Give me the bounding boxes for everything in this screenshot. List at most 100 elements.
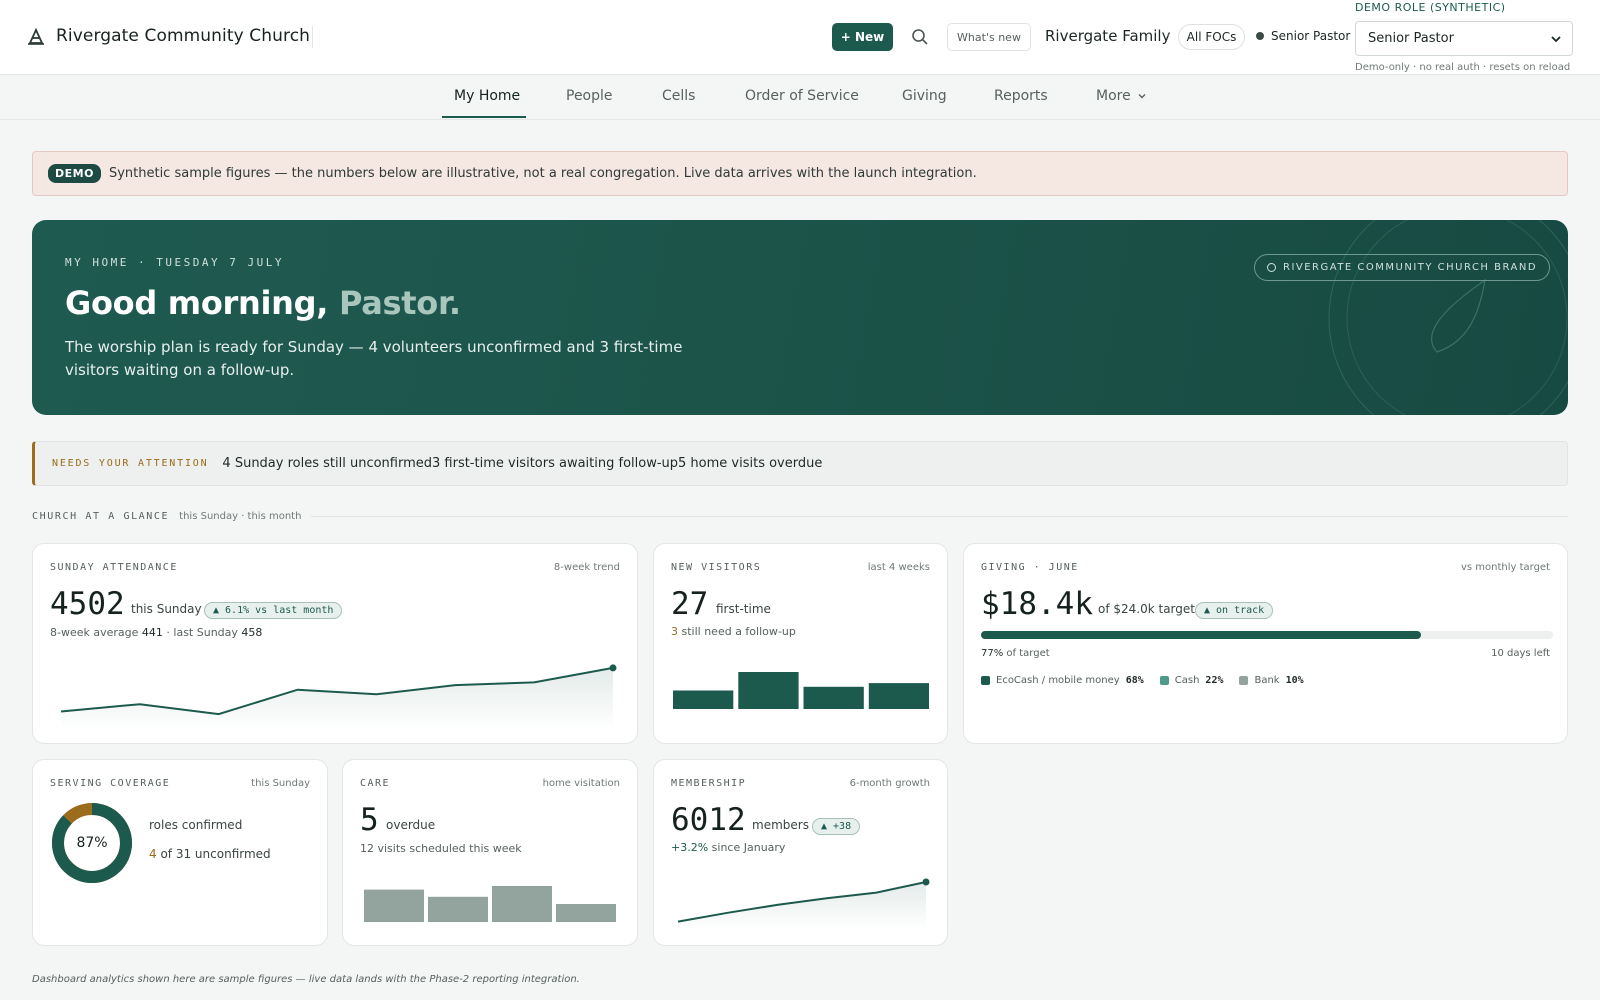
unconfirmed-text: of 31 unconfirmed bbox=[160, 847, 271, 861]
hero-name: Pastor. bbox=[338, 284, 461, 322]
card-label: CARE bbox=[360, 778, 391, 789]
glance-header: CHURCH AT A GLANCE this Sunday · this mo… bbox=[32, 511, 1568, 522]
card-tag: 6-month growth bbox=[849, 778, 930, 789]
membership-last-point bbox=[922, 878, 930, 886]
visitors-bar bbox=[738, 672, 799, 709]
legend-name: Cash bbox=[1174, 675, 1200, 686]
hero-eyebrow: MY HOME · TUESDAY 7 JULY bbox=[65, 256, 284, 269]
role-select-value: Senior Pastor bbox=[1368, 31, 1454, 46]
card-label: SERVING COVERAGE bbox=[50, 778, 171, 789]
attendance-line-chart bbox=[60, 664, 617, 730]
tab-my-home[interactable]: My Home bbox=[454, 88, 520, 104]
legend-swatch bbox=[981, 676, 990, 685]
visitors-unit: first-time bbox=[716, 602, 771, 616]
legend-swatch bbox=[1159, 676, 1169, 685]
all-focs-chip[interactable]: All FOCs bbox=[1178, 24, 1245, 50]
hero-summary: The worship plan is ready for Sunday — 4… bbox=[65, 338, 683, 379]
footer-note: Dashboard analytics shown here are sampl… bbox=[32, 974, 580, 985]
coverage-donut: 87% bbox=[50, 801, 134, 885]
role-select[interactable]: Senior Pastor bbox=[1355, 21, 1573, 56]
card-label: MEMBERSHIP bbox=[671, 778, 747, 789]
role-indicator: Senior Pastor bbox=[1256, 29, 1350, 43]
family-selector[interactable]: Rivergate Family bbox=[1045, 27, 1170, 45]
legend-pct: 68% bbox=[1125, 675, 1144, 686]
header-separator: · bbox=[1166, 28, 1170, 42]
legend-name: EcoCash / mobile money bbox=[996, 675, 1120, 686]
demo-banner: DEMO Synthetic sample figures — the numb… bbox=[32, 151, 1568, 196]
demo-role-label: DEMO ROLE (SYNTHETIC) bbox=[1355, 1, 1506, 14]
last-sunday-label: · last Sunday bbox=[166, 626, 238, 639]
membership-line-chart bbox=[677, 878, 930, 930]
attendance-subline: 8-week average 441 · last Sunday 458 bbox=[50, 626, 262, 639]
care-value: 5 bbox=[360, 802, 379, 838]
card-tag: home visitation bbox=[542, 778, 620, 789]
giving-pct-suffix: of target bbox=[1006, 648, 1050, 659]
brand-chip[interactable]: RIVERGATE COMMUNITY CHURCH BRAND bbox=[1254, 254, 1551, 281]
card-tag: 8-week trend bbox=[553, 562, 620, 573]
donut-center-label: 87% bbox=[76, 835, 108, 851]
main-nav: My Home People Cells Order of Service Gi… bbox=[0, 75, 1600, 120]
demo-role-note: Demo-only · no real auth · resets on rel… bbox=[1355, 62, 1571, 73]
new-button[interactable]: + New bbox=[832, 23, 893, 51]
chevron-down-icon bbox=[1551, 36, 1561, 43]
visitors-bar bbox=[868, 683, 929, 709]
card-label: GIVING · JUNE bbox=[981, 562, 1079, 573]
tab-reports[interactable]: Reports bbox=[994, 88, 1048, 104]
card-tag: this Sunday bbox=[251, 778, 310, 789]
care-scheduled: 12 visits scheduled this week bbox=[360, 842, 522, 855]
giving-target: of $24.0k target bbox=[1098, 602, 1195, 616]
new-visitors-card[interactable]: NEW VISITORS last 4 weeks 27 first-time … bbox=[653, 543, 948, 744]
card-tag: last 4 weeks bbox=[867, 562, 930, 573]
serving-coverage-card[interactable]: SERVING COVERAGE this Sunday 87% roles c… bbox=[32, 759, 328, 946]
search-icon[interactable] bbox=[911, 28, 929, 46]
glance-title: CHURCH AT A GLANCE bbox=[32, 511, 170, 522]
avg-value: 441 bbox=[141, 626, 163, 639]
legend-name: Bank bbox=[1254, 675, 1280, 686]
care-bar-chart bbox=[364, 886, 616, 922]
care-card[interactable]: CARE home visitation 5 overdue 12 visits… bbox=[342, 759, 638, 946]
tab-cells[interactable]: Cells bbox=[662, 88, 695, 104]
tab-more[interactable]: More bbox=[1096, 88, 1147, 104]
attention-bar: NEEDS YOUR ATTENTION 4 Sunday roles stil… bbox=[32, 441, 1568, 486]
attendance-card[interactable]: SUNDAY ATTENDANCE 8-week trend 4502 this… bbox=[32, 543, 638, 744]
card-tag: vs monthly target bbox=[1460, 562, 1550, 573]
attendance-area bbox=[61, 667, 613, 730]
legend-pct: 22% bbox=[1205, 675, 1224, 686]
whats-new-button[interactable]: What's new bbox=[947, 23, 1031, 51]
card-label: SUNDAY ATTENDANCE bbox=[50, 562, 178, 573]
card-label: NEW VISITORS bbox=[671, 562, 762, 573]
visitors-followup: 3 still need a follow-up bbox=[671, 625, 796, 638]
giving-value: $18.4k bbox=[981, 586, 1093, 622]
active-tab-indicator bbox=[442, 116, 526, 118]
care-bar bbox=[492, 886, 552, 922]
care-bar bbox=[556, 904, 616, 922]
visitors-bar bbox=[803, 686, 864, 709]
growth-text: since January bbox=[711, 841, 786, 854]
giving-card[interactable]: GIVING · JUNE vs monthly target $18.4k o… bbox=[963, 543, 1568, 744]
avg-label: 8-week average bbox=[50, 626, 139, 639]
brand[interactable]: Rivergate Community Church bbox=[26, 26, 310, 46]
role-indicator-label: Senior Pastor bbox=[1271, 29, 1351, 43]
church-logo-icon bbox=[28, 27, 44, 45]
followup-count: 3 bbox=[671, 625, 678, 638]
giving-status-badge: ▲ on track bbox=[1195, 602, 1274, 619]
visitors-value: 27 bbox=[671, 586, 709, 622]
membership-card[interactable]: MEMBERSHIP 6-month growth 6012 members ▲… bbox=[653, 759, 948, 946]
roles-confirmed-label: roles confirmed bbox=[149, 818, 243, 832]
attention-label: NEEDS YOUR ATTENTION bbox=[52, 458, 209, 469]
attention-items[interactable]: 4 Sunday roles still unconfirmed3 first-… bbox=[222, 456, 822, 471]
section-divider bbox=[311, 516, 1568, 517]
tab-giving[interactable]: Giving bbox=[902, 88, 947, 104]
visitors-bar bbox=[673, 690, 734, 709]
membership-growth: +3.2% since January bbox=[671, 841, 785, 854]
giving-pct: 77% of target bbox=[981, 648, 1050, 659]
unconfirmed-count: 4 bbox=[149, 847, 157, 861]
attendance-value: 4502 bbox=[50, 586, 125, 622]
giving-days-left: 10 days left bbox=[1491, 648, 1550, 659]
tab-order-of-service[interactable]: Order of Service bbox=[745, 88, 859, 104]
tab-people[interactable]: People bbox=[566, 88, 613, 104]
membership-unit: members bbox=[752, 818, 809, 832]
roles-unconfirmed: 4 of 31 unconfirmed bbox=[149, 847, 271, 861]
brand-watermark-icon bbox=[1328, 220, 1568, 415]
hero-greeting-text: Good morning, bbox=[65, 284, 329, 322]
